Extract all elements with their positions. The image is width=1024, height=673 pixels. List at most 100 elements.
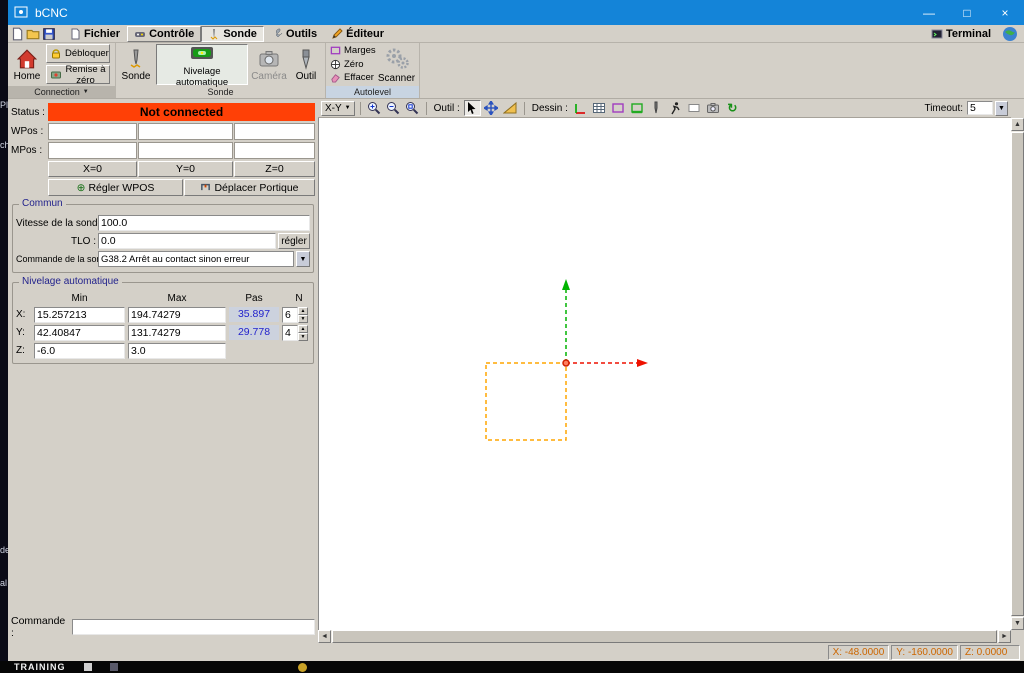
tool-button[interactable]: Outil [290,44,322,85]
gcode-canvas[interactable] [318,118,1011,630]
redraw-button[interactable]: ↻ [724,100,741,116]
tab-terminal[interactable]: Terminal [924,26,998,42]
toolbar-separator [523,101,525,115]
zoom-out-button[interactable] [385,100,402,116]
pointer-tool-button[interactable] [463,100,481,116]
taskbar-icon[interactable] [109,663,118,671]
wpos-y-value[interactable] [138,123,233,140]
x-min-input[interactable] [34,306,125,323]
tab-label: Fichier [84,27,121,40]
timeout-dropdown-button[interactable]: ▼ [995,100,1008,116]
tab-controle[interactable]: Contrôle [127,25,202,42]
show-rapid-moves-button[interactable] [667,100,684,116]
open-file-icon[interactable] [26,27,40,41]
view-select[interactable]: X-Y ▼ [321,100,355,116]
home-button[interactable]: Home [10,44,44,85]
tab-outils[interactable]: Outils [264,26,324,42]
tool-label: Outil : [433,102,460,114]
tab-sonde[interactable]: Sonde [201,25,264,42]
x0-button[interactable]: X=0 [48,161,137,177]
scanner-button[interactable]: Scanner [376,44,417,85]
camera-view-button[interactable] [705,100,722,116]
show-grid-button[interactable] [591,100,608,116]
tab-editeur[interactable]: Éditeur [324,26,391,42]
close-button[interactable]: × [986,0,1024,25]
canvas-vertical-scrollbar[interactable]: ▲ ▼ [1011,118,1024,630]
camera-button[interactable]: Caméra [250,44,288,85]
x-max-input[interactable] [128,306,226,323]
show-paths-button[interactable] [686,100,703,116]
zoom-fit-button[interactable] [404,100,421,116]
autolevel-row-x: X: 35.897 ▲ ▼ [16,306,310,323]
group-commun: Commun Vitesse de la sonde : TLO : régle… [12,198,314,273]
ribbon-group-sonde: Sonde Nivelage automatique Caméra Outil … [116,43,326,98]
z-max-input[interactable] [128,342,226,359]
globe-icon[interactable] [1002,26,1018,42]
show-margins-button[interactable] [610,100,627,116]
spin-down-icon[interactable]: ▼ [298,332,308,341]
y-max-input[interactable] [128,324,226,341]
pan-tool-button[interactable] [483,100,500,116]
x-n-input[interactable] [282,306,298,323]
save-file-icon[interactable] [42,27,56,41]
connection-group-label[interactable]: Connection ▼ [8,86,115,98]
probe-feed-input[interactable] [98,215,310,231]
clear-button[interactable]: Effacer [328,71,374,85]
set-wpos-button[interactable]: ⊕ Régler WPOS [48,179,183,196]
tlo-set-button[interactable]: régler [278,233,310,249]
chevron-down-icon: ▼ [344,105,351,111]
tab-label: Éditeur [346,27,385,40]
statusbar-x-coordinate: X: -48.0000 [827,644,890,660]
taskbar-icon[interactable] [297,662,307,672]
wpos-x-value[interactable] [48,123,137,140]
z0-button[interactable]: Z=0 [234,161,315,177]
maximize-button[interactable]: □ [948,0,986,25]
tlo-input[interactable] [98,233,276,249]
taskbar-icon[interactable] [83,663,92,671]
probe-command-label: Commande de la sonde : [16,254,117,264]
scroll-left-icon[interactable]: ◄ [318,630,331,643]
button-label: Scanner [377,72,416,84]
reset-button[interactable]: Remise à zéro [46,64,110,86]
y0-button[interactable]: Y=0 [138,161,233,177]
z-min-input[interactable] [34,342,125,359]
tab-label: Outils [285,27,318,40]
show-workarea-button[interactable] [629,100,646,116]
canvas-horizontal-scrollbar[interactable]: ◄ ► [318,630,1011,643]
zoom-in-button[interactable] [366,100,383,116]
y-min-input[interactable] [34,324,125,341]
unlock-button[interactable]: Débloquer [46,44,110,63]
drill-bit-icon [295,48,317,70]
ruler-tool-button[interactable] [502,100,519,116]
spin-up-icon[interactable]: ▲ [298,324,308,333]
probe-button[interactable]: Sonde [118,44,154,85]
scroll-down-icon[interactable]: ▼ [1011,617,1024,630]
wpos-z-value[interactable] [234,123,315,140]
y-axis-arrowhead [562,279,570,290]
y-n-input[interactable] [282,324,298,341]
button-label: Zéro [344,58,364,70]
minimize-button[interactable]: — [910,0,948,25]
margins-button[interactable]: Marges [328,44,376,58]
move-gantry-button[interactable]: Déplacer Portique [184,179,315,196]
show-axes-button[interactable] [572,100,589,116]
scroll-right-icon[interactable]: ► [998,630,1011,643]
scroll-up-icon[interactable]: ▲ [1011,118,1024,131]
show-probe-button[interactable] [648,100,665,116]
new-file-icon[interactable] [10,27,24,41]
command-input[interactable] [72,619,315,635]
horizontal-scroll-thumb[interactable] [332,630,997,643]
spin-down-icon[interactable]: ▼ [298,314,308,323]
spin-up-icon[interactable]: ▲ [298,306,308,315]
zero-button[interactable]: Zéro [328,58,374,72]
gantry-icon [200,181,211,195]
probe-command-dropdown-button[interactable]: ▼ [296,251,310,267]
timeout-input[interactable] [967,101,993,115]
tab-fichier[interactable]: Fichier [62,26,127,42]
vertical-scroll-thumb[interactable] [1011,132,1024,616]
button-label: Régler WPOS [88,181,155,194]
probe-command-select[interactable]: G38.2 Arrêt au contact sinon erreur [98,251,294,267]
autolevel-row-z: Z: [16,342,310,359]
button-label: Outil [295,70,317,82]
autolevel-button[interactable]: Nivelage automatique [156,44,248,88]
